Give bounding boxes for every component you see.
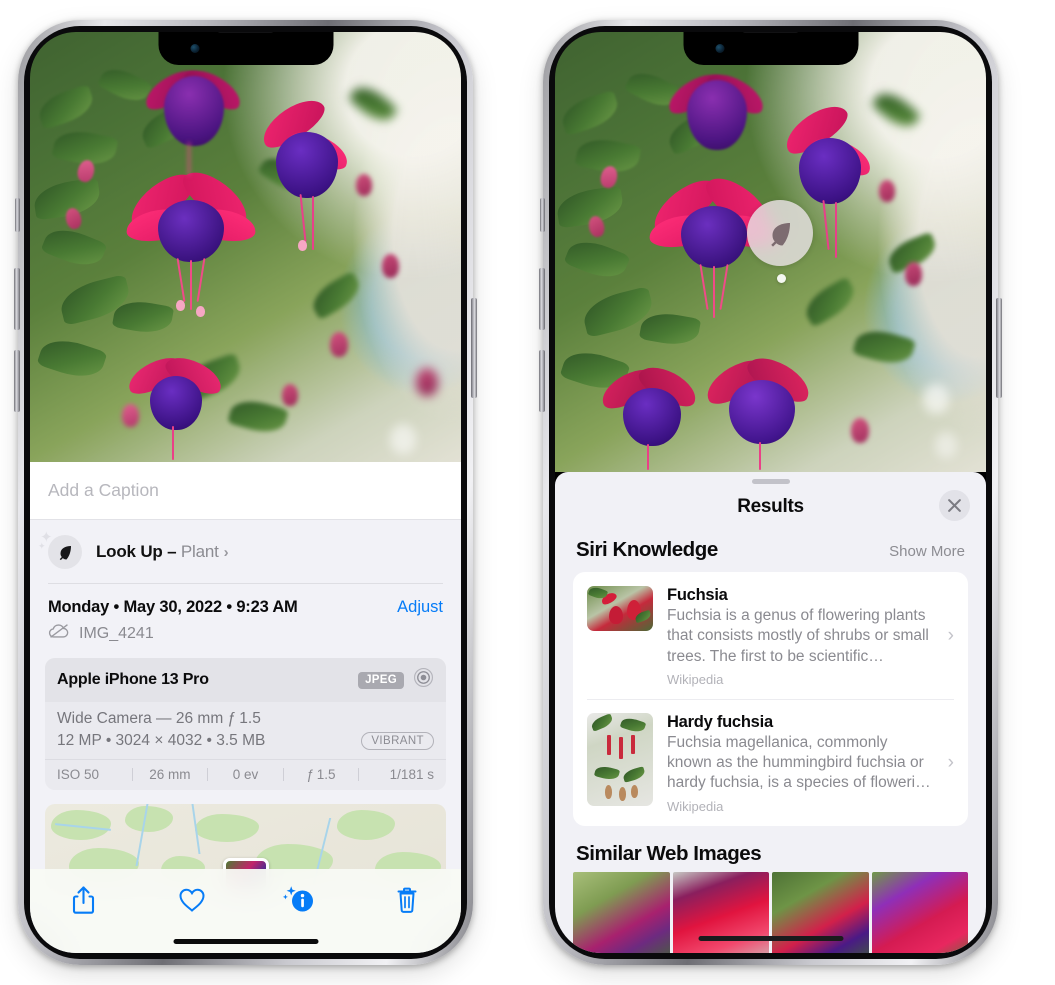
photo-datetime: Monday • May 30, 2022 • 9:23 AM [48, 598, 298, 616]
camera-device-name: Apple iPhone 13 Pro [57, 671, 209, 688]
photo-info-sheet: Add a Caption ✦ ✦ Look Up – Plant › Mond… [30, 462, 461, 953]
look-up-label: Look Up – Plant › [96, 542, 229, 562]
favorite-button[interactable] [170, 883, 214, 921]
share-icon [71, 885, 96, 920]
info-sparkle-icon [282, 885, 316, 920]
result-name: Hardy fuchsia [667, 712, 773, 731]
chevron-right-icon: › [223, 544, 229, 561]
screen-right: Results Siri Knowledge Show More Fuchsia… [555, 32, 986, 953]
exif-card: Apple iPhone 13 Pro JPEG Wide Camera — 2… [45, 658, 446, 790]
visual-look-up-badge[interactable] [747, 200, 813, 266]
screenshot-canvas: Add a Caption ✦ ✦ Look Up – Plant › Mond… [0, 0, 1055, 985]
silent-switch-right[interactable] [540, 198, 545, 232]
earpiece-speaker [742, 32, 799, 33]
look-up-subject: Plant [180, 542, 219, 561]
volume-down-button-right[interactable] [539, 350, 545, 412]
lens-info: Wide Camera — 26 mm ƒ 1.5 [57, 710, 261, 727]
result-description: Fuchsia magellanica, commonly known as t… [667, 733, 931, 792]
close-icon [948, 499, 961, 512]
similar-web-images-title: Similar Web Images [576, 841, 762, 865]
exif-stats-row: ISO 50 26 mm 0 ev ƒ 1.5 1/181 s [45, 759, 446, 790]
chevron-right-icon: › [947, 625, 954, 647]
similar-web-images-header: Similar Web Images [555, 826, 986, 866]
volume-up-button-left[interactable] [14, 268, 20, 330]
power-button-right[interactable] [996, 298, 1002, 398]
result-thumbnail [587, 712, 653, 806]
phone-right: Results Siri Knowledge Show More Fuchsia… [539, 20, 1002, 965]
screen-left: Add a Caption ✦ ✦ Look Up – Plant › Mond… [30, 32, 461, 953]
close-button[interactable] [939, 490, 970, 521]
power-button-left[interactable] [471, 298, 477, 398]
adjust-button[interactable]: Adjust [397, 598, 443, 617]
look-up-action: Look Up – [96, 542, 181, 561]
home-indicator[interactable] [173, 939, 318, 944]
exif-header: Apple iPhone 13 Pro JPEG [45, 658, 446, 702]
notch-left [158, 32, 333, 65]
leaf-icon: ✦ ✦ [38, 529, 82, 569]
visual-look-up-anchor-dot [777, 274, 786, 283]
siri-knowledge-header: Siri Knowledge Show More [555, 530, 986, 572]
result-source: Wikipedia [667, 798, 724, 814]
silent-switch-left[interactable] [15, 198, 20, 232]
caption-input[interactable]: Add a Caption [30, 462, 461, 520]
photographic-style-badge: VIBRANT [361, 732, 434, 750]
caption-placeholder: Add a Caption [48, 480, 159, 500]
exif-body: Wide Camera — 26 mm ƒ 1.5 12 MP • 3024 ×… [45, 702, 446, 759]
phone-left: Add a Caption ✦ ✦ Look Up – Plant › Mond… [14, 20, 477, 965]
siri-knowledge-card: Fuchsia Fuchsia is a genus of flowering … [573, 572, 968, 826]
web-image-thumb[interactable] [573, 871, 670, 953]
heart-icon [178, 887, 206, 918]
aperture-icon[interactable] [413, 667, 434, 693]
front-camera-icon [715, 44, 724, 53]
photo-filename: IMG_4241 [79, 624, 154, 642]
file-size-info: 12 MP • 3024 × 4032 • 3.5 MB [57, 732, 266, 749]
exif-stat-aperture: ƒ 1.5 [306, 767, 336, 782]
exif-stat-focal: 26 mm [149, 767, 191, 782]
exif-stat-shutter: 1/181 s [389, 767, 434, 782]
earpiece-speaker [217, 32, 274, 33]
result-source: Wikipedia [667, 671, 724, 687]
exif-stat-iso: ISO 50 [57, 767, 100, 782]
show-more-button[interactable]: Show More [889, 543, 965, 560]
volume-down-button-left[interactable] [14, 350, 20, 412]
result-thumbnail [587, 586, 653, 631]
knowledge-result-row[interactable]: Hardy fuchsia Fuchsia magellanica, commo… [573, 698, 968, 826]
front-camera-icon [190, 44, 199, 53]
result-name: Fuchsia [667, 586, 728, 604]
sparkle-icon-small: ✦ [38, 541, 46, 551]
result-text: Fuchsia Fuchsia is a genus of flowering … [653, 586, 946, 687]
photo-viewer-right[interactable] [555, 32, 986, 472]
info-button[interactable] [277, 883, 321, 921]
exif-stat-ev: 0 ev [232, 767, 259, 782]
result-text: Hardy fuchsia Fuchsia magellanica, commo… [653, 713, 946, 814]
photo-toolbar [30, 869, 461, 953]
volume-up-button-right[interactable] [539, 268, 545, 330]
knowledge-result-row[interactable]: Fuchsia Fuchsia is a genus of flowering … [573, 572, 968, 699]
results-header: Results [555, 484, 986, 530]
photo-metadata: Monday • May 30, 2022 • 9:23 AM Adjust I… [30, 584, 461, 644]
share-button[interactable] [62, 883, 106, 921]
look-up-row[interactable]: ✦ ✦ Look Up – Plant › [30, 520, 461, 584]
notch-right [683, 32, 858, 65]
icloud-slash-icon [48, 623, 70, 644]
result-description: Fuchsia is a genus of flowering plants t… [667, 607, 929, 665]
results-title: Results [737, 496, 804, 517]
siri-knowledge-title: Siri Knowledge [576, 538, 718, 561]
delete-button[interactable] [385, 883, 429, 921]
format-badge: JPEG [358, 671, 404, 689]
results-sheet: Results Siri Knowledge Show More Fuchsia… [555, 472, 986, 953]
trash-icon [395, 886, 419, 919]
leaf-icon [771, 223, 790, 247]
chevron-right-icon: › [947, 752, 954, 774]
web-image-thumb[interactable] [871, 871, 968, 953]
photo-viewer-left[interactable] [30, 32, 461, 462]
home-indicator[interactable] [698, 936, 843, 941]
